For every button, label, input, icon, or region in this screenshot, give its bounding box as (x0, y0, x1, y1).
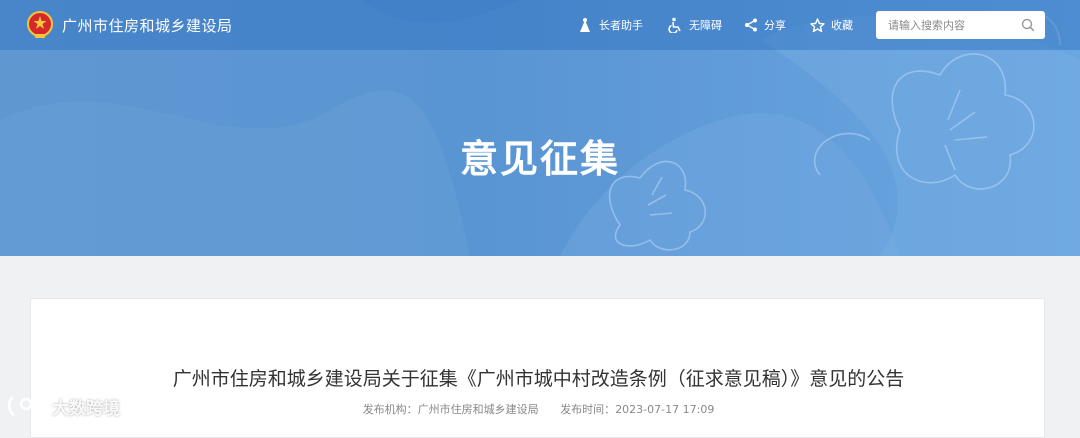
search-input[interactable] (886, 17, 1026, 33)
top-bar: 广州市住房和城乡建设局 长者助手 无障碍 分享 收藏 请输入搜索内容 (0, 0, 1080, 50)
accessibility-button[interactable]: 无障碍 (667, 16, 722, 34)
article-card: 广州市住房和城乡建设局关于征集《广州市城中村改造条例（征求意见稿）》意见的公告 … (30, 298, 1045, 438)
publisher-value: 广州市住房和城乡建设局 (417, 403, 539, 416)
favorite-button[interactable]: 收藏 (810, 16, 853, 34)
elder-mode-label: 长者助手 (599, 19, 643, 32)
star-icon (810, 17, 825, 32)
wheelchair-icon (668, 17, 681, 33)
share-icon (745, 18, 757, 32)
search-box (876, 11, 1045, 39)
elder-mode-button[interactable]: 长者助手 (577, 16, 643, 34)
watermark: 大数跨境 (8, 393, 120, 419)
date-value: 2023-07-17 17:09 (615, 403, 715, 416)
article-meta: 发布机构：广州市住房和城乡建设局 发布时间：2023-07-17 17:09 (31, 401, 1046, 417)
publisher-info: 发布机构：广州市住房和城乡建设局 (363, 403, 539, 416)
favorite-label: 收藏 (831, 19, 853, 32)
watermark-logo-icon (8, 396, 47, 417)
national-emblem-icon (27, 11, 53, 38)
publish-date-info: 发布时间：2023-07-17 17:09 (560, 403, 714, 416)
accessibility-label: 无障碍 (689, 19, 722, 32)
share-label: 分享 (764, 19, 786, 32)
elder-mode-icon (580, 18, 590, 32)
watermark-text: 大数跨境 (52, 398, 120, 419)
share-button[interactable]: 分享 (744, 16, 786, 34)
article-title: 广州市住房和城乡建设局关于征集《广州市城中村改造条例（征求意见稿）》意见的公告 (172, 368, 905, 390)
date-label: 发布时间： (560, 403, 616, 416)
publisher-label: 发布机构： (362, 403, 418, 416)
search-icon[interactable] (1021, 18, 1035, 32)
site-name[interactable]: 广州市住房和城乡建设局 (62, 15, 233, 36)
banner-title: 意见征集 (459, 137, 620, 181)
banner: 广州市住房和城乡建设局 长者助手 无障碍 分享 收藏 请输入搜索内容 意见征集 (0, 0, 1080, 256)
